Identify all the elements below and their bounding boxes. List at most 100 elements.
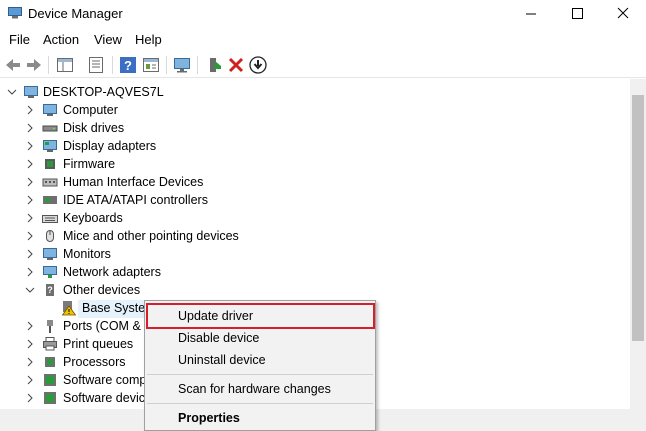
chevron-right-icon[interactable] [24, 122, 36, 134]
chevron-right-icon[interactable] [24, 230, 36, 242]
tree-item-label: Disk drives [63, 121, 125, 135]
printer-icon [43, 337, 57, 351]
menu-item-label: Uninstall device [178, 353, 266, 367]
chevron-right-icon[interactable] [24, 374, 36, 386]
chevron-right-icon[interactable] [24, 158, 36, 170]
tree-root-label: DESKTOP-AQVES7L [43, 85, 164, 99]
processor-icon [45, 357, 55, 367]
chevron-right-icon[interactable] [24, 212, 36, 224]
show-hide-tree-icon[interactable] [55, 55, 75, 75]
minimize-button[interactable] [508, 0, 554, 28]
display-adapter-icon [43, 140, 57, 152]
device-manager-icon [8, 7, 22, 19]
tree-item-label: Processors [63, 355, 126, 369]
toolbar-separator [112, 56, 113, 74]
menu-action[interactable]: Action [43, 32, 79, 47]
tree-item-keyboards[interactable]: Keyboards [0, 209, 300, 227]
minimize-icon [526, 13, 536, 15]
update-driver-highlight-box [146, 303, 375, 329]
uninstall-x-icon[interactable] [226, 55, 246, 75]
menu-help[interactable]: Help [135, 32, 162, 47]
network-adapter-icon [43, 266, 57, 278]
tree-item-hid[interactable]: Human Interface Devices [0, 173, 300, 191]
chevron-down-icon[interactable] [6, 86, 18, 98]
other-devices-icon: ? [46, 284, 54, 296]
software-component-icon [44, 374, 56, 386]
menu-separator [147, 403, 373, 404]
tree-item-label: Firmware [63, 157, 116, 171]
title-bar: Device Manager [0, 0, 646, 28]
tree-item-label: Software device [63, 391, 152, 405]
tree-item-label: Print queues [63, 337, 134, 351]
chevron-right-icon[interactable] [24, 392, 36, 404]
menu-item-label: Scan for hardware changes [178, 382, 331, 396]
chevron-right-icon[interactable] [24, 176, 36, 188]
menu-item-disable-device[interactable]: Disable device [145, 327, 375, 349]
menu-item-properties[interactable]: Properties [145, 407, 375, 429]
svg-text:?: ? [124, 58, 132, 73]
tree-item-display-adapters[interactable]: Display adapters [0, 137, 300, 155]
chevron-right-icon[interactable] [24, 194, 36, 206]
chevron-down-icon[interactable] [24, 284, 36, 296]
toolbar: ? [0, 52, 646, 78]
tree-item-label: Network adapters [63, 265, 161, 279]
keyboard-icon [42, 215, 58, 223]
computer-icon [24, 86, 38, 98]
window-title: Device Manager [28, 6, 123, 21]
disk-drive-icon [42, 125, 58, 132]
chevron-right-icon[interactable] [24, 104, 36, 116]
properties-sheet-icon[interactable] [86, 55, 106, 75]
scan-hardware-monitor-icon[interactable] [172, 55, 192, 75]
tree-item-firmware[interactable]: Firmware [0, 155, 300, 173]
port-icon [47, 320, 53, 333]
menu-item-label: Properties [178, 411, 240, 425]
add-driver-icon[interactable] [204, 55, 224, 75]
tree-item-mice[interactable]: Mice and other pointing devices [0, 227, 300, 245]
forward-arrow-icon[interactable] [24, 55, 44, 75]
ide-controller-icon [43, 196, 57, 204]
svg-text:?: ? [47, 285, 53, 295]
mouse-icon [46, 230, 54, 242]
tree-item-label: Ports (COM & [63, 319, 141, 333]
tree-item-label: IDE ATA/ATAPI controllers [63, 193, 208, 207]
chevron-right-icon[interactable] [24, 248, 36, 260]
warning-device-icon [61, 301, 77, 316]
tree-item-network-adapters[interactable]: Network adapters [0, 263, 300, 281]
tree-item-other-devices[interactable]: ? Other devices [0, 281, 300, 299]
maximize-icon [572, 8, 583, 19]
help-icon[interactable]: ? [118, 55, 138, 75]
maximize-button[interactable] [554, 0, 600, 28]
chevron-right-icon[interactable] [24, 266, 36, 278]
menu-bar: File Action View Help [0, 28, 646, 52]
tree-item-disk-drives[interactable]: Disk drives [0, 119, 300, 137]
tree-item-label: Keyboards [63, 211, 123, 225]
chevron-right-icon[interactable] [24, 338, 36, 350]
back-arrow-icon[interactable] [3, 55, 23, 75]
tree-item-label: Computer [63, 103, 118, 117]
tree-item-computer[interactable]: Computer [0, 101, 300, 119]
tree-item-label: Display adapters [63, 139, 157, 153]
tree-item-label: Mice and other pointing devices [63, 229, 239, 243]
chevron-right-icon[interactable] [24, 356, 36, 368]
toolbar-separator [197, 56, 198, 74]
menu-item-label: Disable device [178, 331, 260, 345]
update-download-icon[interactable] [248, 55, 268, 75]
vertical-scrollbar-thumb[interactable] [632, 95, 644, 341]
tree-item-ide-controllers[interactable]: IDE ATA/ATAPI controllers [0, 191, 300, 209]
view-details-icon[interactable] [141, 55, 161, 75]
menu-item-uninstall-device[interactable]: Uninstall device [145, 349, 375, 371]
toolbar-separator [48, 56, 49, 74]
tree-item-monitors[interactable]: Monitors [0, 245, 300, 263]
chevron-right-icon[interactable] [24, 320, 36, 332]
close-icon [617, 7, 629, 19]
tree-root[interactable]: DESKTOP-AQVES7L [0, 83, 300, 101]
close-button[interactable] [600, 0, 646, 28]
hid-icon [42, 178, 58, 187]
chevron-right-icon[interactable] [24, 140, 36, 152]
monitor-icon [43, 248, 57, 260]
toolbar-separator [166, 56, 167, 74]
menu-file[interactable]: File [9, 32, 30, 47]
menu-item-scan-hardware[interactable]: Scan for hardware changes [145, 378, 375, 400]
menu-view[interactable]: View [94, 32, 122, 47]
tree-item-label: Other devices [63, 283, 141, 297]
